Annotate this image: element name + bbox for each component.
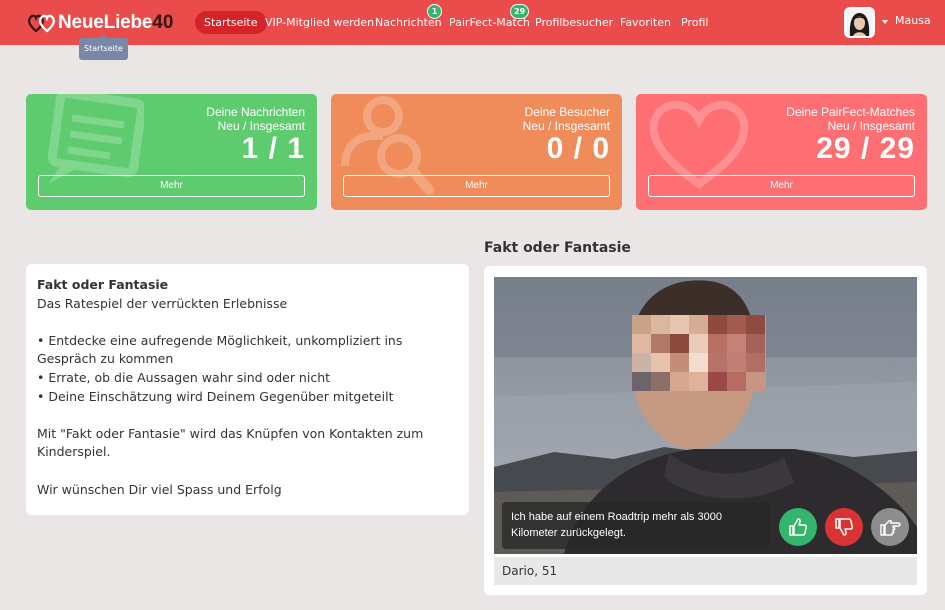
- messages-stat-title: Deine Nachrichten: [206, 105, 305, 119]
- fakt-oder-fantasie-card: Ich habe auf einem Roadtrip mehr als 300…: [484, 266, 927, 595]
- site-logo[interactable]: NeueLiebe 40: [27, 10, 173, 36]
- fakt-button[interactable]: [779, 508, 817, 546]
- info-paragraph: Mit "Fakt oder Fantasie" wird das Knüpfe…: [37, 425, 424, 460]
- visitors-stat-value: 0 / 0: [546, 132, 610, 165]
- messages-stat-value: 1 / 1: [241, 132, 305, 165]
- fantasie-button[interactable]: [825, 508, 863, 546]
- matches-stat-subtitle: Neu / Insgesamt: [827, 119, 915, 133]
- visitors-stat-subtitle: Neu / Insgesamt: [522, 119, 610, 133]
- game-heading: Fakt oder Fantasie: [484, 240, 631, 256]
- info-subtitle: Das Ratespiel der verrückten Erlebnisse: [37, 295, 288, 311]
- matches-more-button[interactable]: Mehr: [648, 175, 915, 197]
- messages-stat-subtitle: Neu / Insgesamt: [217, 119, 305, 133]
- info-closing: Wir wünschen Dir viel Spass und Erfolg: [37, 481, 282, 497]
- messages-stat-card: Deine Nachrichten Neu / Insgesamt 1 / 1 …: [26, 94, 317, 210]
- nav-profil[interactable]: Profil: [681, 11, 708, 34]
- nachrichten-count-badge: 1: [427, 4, 442, 19]
- game-info-card: Fakt oder Fantasie Das Ratespiel der ver…: [26, 264, 469, 515]
- statement-overlay: Ich habe auf einem Roadtrip mehr als 300…: [502, 502, 770, 549]
- visitors-stat-title: Deine Besucher: [524, 105, 610, 119]
- nav-startseite[interactable]: Startseite: [195, 11, 267, 34]
- messages-more-button[interactable]: Mehr: [38, 175, 305, 197]
- nav-vip-mitglied[interactable]: VIP-Mitglied werden: [265, 11, 374, 34]
- thumbs-down-icon: [835, 518, 854, 536]
- pixelated-face: [632, 315, 765, 391]
- user-menu-caret-icon[interactable]: [882, 20, 888, 24]
- nav-pairfect-match[interactable]: PairFect-Match 29: [449, 4, 530, 34]
- visitors-more-button[interactable]: Mehr: [343, 175, 610, 197]
- matches-stat-title: Deine PairFect-Matches: [786, 105, 915, 119]
- nav-nachrichten[interactable]: Nachrichten 1: [375, 4, 442, 34]
- logo-wordmark: NeueLiebe: [58, 12, 153, 33]
- skip-button[interactable]: [871, 508, 909, 546]
- info-title: Fakt oder Fantasie: [37, 277, 169, 292]
- nav-profilbesucher[interactable]: Profilbesucher: [535, 11, 613, 34]
- user-name[interactable]: Mausa: [895, 14, 931, 27]
- point-right-icon: [880, 519, 901, 536]
- logo-number: 40: [152, 12, 174, 33]
- profile-photo[interactable]: Ich habe auf einem Roadtrip mehr als 300…: [494, 277, 917, 554]
- logo-hearts-icon: [28, 14, 55, 33]
- info-bullet-2: • Errate, ob die Aussagen wahr sind oder…: [37, 369, 331, 385]
- top-navigation-bar: NeueLiebe 40 Startseite VIP-Mitglied werd…: [0, 0, 945, 45]
- matches-stat-card: Deine PairFect-Matches Neu / Insgesamt 2…: [636, 94, 927, 210]
- user-avatar[interactable]: [844, 7, 875, 38]
- matches-stat-value: 29 / 29: [816, 132, 915, 165]
- profile-name-age[interactable]: Dario, 51: [494, 557, 917, 585]
- info-bullet-1: • Entdecke eine aufregende Möglichkeit, …: [37, 332, 403, 367]
- pairfect-match-count-badge: 29: [510, 4, 530, 19]
- visitors-stat-card: Deine Besucher Neu / Insgesamt 0 / 0 Meh…: [331, 94, 622, 210]
- info-bullet-3: • Deine Einschätzung wird Deinem Gegenüb…: [37, 388, 394, 404]
- user-avatar-image: [846, 9, 873, 36]
- nav-tooltip: Startseite: [79, 34, 128, 60]
- nav-favoriten[interactable]: Favoriten: [620, 11, 671, 34]
- thumbs-up-icon: [789, 518, 808, 536]
